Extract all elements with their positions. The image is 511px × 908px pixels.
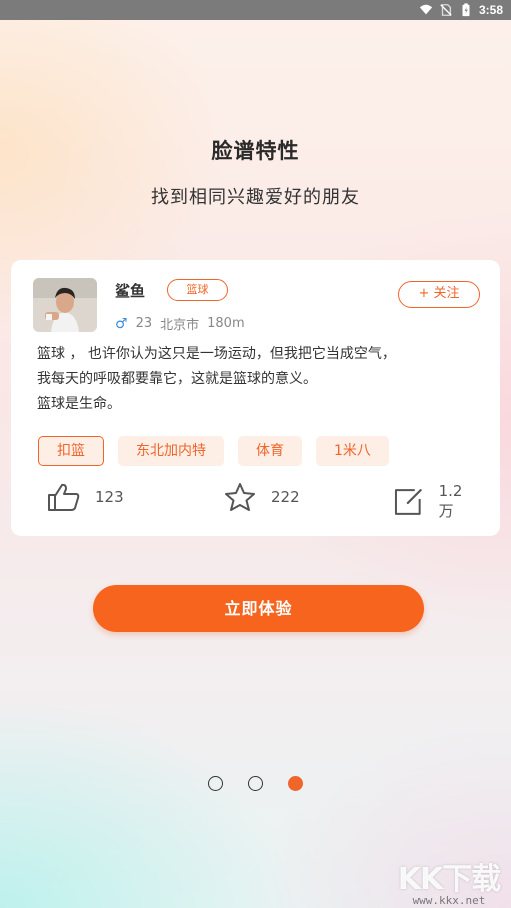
status-bar: 3:58	[0, 0, 511, 20]
avatar[interactable]	[33, 278, 97, 332]
post-line: 篮球 ， 也许你认为这只是一场运动，但我把它当成空气，	[37, 346, 396, 362]
page-dot[interactable]	[208, 776, 223, 791]
favorite-count: 222	[271, 488, 300, 506]
wifi-icon	[419, 4, 433, 15]
page-dot[interactable]	[248, 776, 263, 791]
page-dot-active[interactable]	[288, 776, 303, 791]
edit-icon	[394, 488, 422, 515]
battery-icon	[462, 3, 470, 17]
user-distance: 180m	[207, 316, 245, 331]
user-meta: ♂ 23 北京市 180m	[115, 314, 245, 334]
tag-list: 扣篮 东北加内特 体育 1米八	[38, 436, 389, 466]
try-now-button[interactable]: 立即体验	[93, 585, 424, 632]
sport-badge: 篮球	[167, 279, 228, 301]
action-bar: 123 222 1.2万	[47, 482, 477, 520]
male-icon: ♂	[115, 315, 128, 332]
post-text: 篮球 ， 也许你认为这只是一场运动，但我把它当成空气， 我每天的呼吸都要靠它，这…	[37, 342, 487, 417]
page-indicator	[208, 776, 308, 792]
post-line: 我每天的呼吸都要靠它，这就是篮球的意义。	[37, 371, 317, 387]
star-icon	[225, 483, 255, 511]
comment-count: 1.2万	[438, 482, 463, 520]
like-button[interactable]: 123	[47, 482, 124, 512]
user-name[interactable]: 鲨鱼	[115, 280, 145, 301]
thumbs-up-icon	[48, 483, 80, 511]
page-title: 脸谱特性	[211, 139, 300, 163]
post-card: 鲨鱼 篮球 + 关注 ♂ 23 北京市 180m 篮球 ， 也许你认为这只是一场…	[11, 260, 500, 536]
user-age: 23	[135, 316, 153, 331]
post-line: 篮球是生命。	[37, 396, 121, 412]
no-sim-icon	[440, 4, 452, 16]
like-count: 123	[95, 488, 124, 506]
watermark: KK下载 www.kkx.net	[393, 854, 505, 907]
tag-northeast-garnett[interactable]: 东北加内特	[118, 436, 224, 466]
tag-sports[interactable]: 体育	[238, 436, 302, 466]
follow-button[interactable]: + 关注	[398, 281, 480, 308]
page-subtitle: 找到相同兴趣爱好的朋友	[151, 187, 360, 208]
tag-dunk[interactable]: 扣篮	[38, 436, 104, 466]
comment-button[interactable]: 1.2万	[393, 482, 477, 521]
user-city: 北京市	[160, 318, 200, 333]
watermark-logo: KK下载	[397, 862, 502, 897]
tag-height[interactable]: 1米八	[316, 436, 389, 466]
status-time: 3:58	[478, 3, 503, 17]
favorite-button[interactable]: 222	[223, 482, 300, 512]
